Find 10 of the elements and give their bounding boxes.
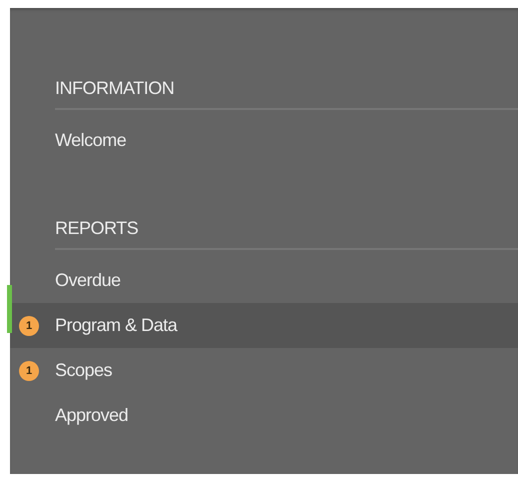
sidebar-item[interactable]: 1 Program & Data — [10, 303, 518, 348]
section-heading: INFORMATION — [55, 68, 518, 110]
count-badge: 1 — [19, 360, 39, 380]
count-badge: 1 — [19, 316, 39, 336]
section-heading: REPORTS — [55, 208, 518, 250]
selection-marker — [7, 285, 12, 333]
sidebar-item[interactable]: 1 Scopes — [10, 348, 518, 393]
sidebar-item[interactable]: Welcome — [10, 118, 518, 163]
sidebar-item[interactable]: Approved — [10, 393, 518, 438]
sidebar-item[interactable]: Overdue — [10, 258, 518, 303]
